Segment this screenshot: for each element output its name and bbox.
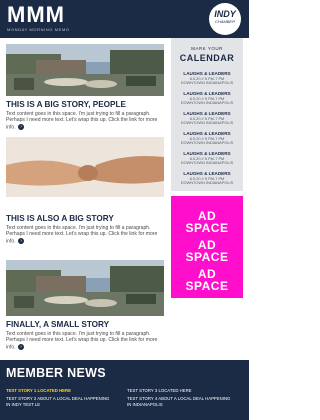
ad-text: SPACE [185,279,229,293]
story-body: Text content goes in this space. I'm jus… [6,111,164,131]
event-place: DOWNTOWN INDIANAPOLIS [180,100,234,106]
badge-line2: CHAMBER [214,19,235,24]
calendar-event[interactable]: LAUGHS & LEADERS 6.5.20 // 5 PM-7 PM DOW… [171,171,243,186]
calendar-event[interactable]: LAUGHS & LEADERS 6.5.20 // 5 PM-7 PM DOW… [171,151,243,166]
story-text: Text content goes in this space. I'm jus… [6,111,158,131]
story-text: Text content goes in this space. I'm jus… [6,225,158,245]
story-body: Text content goes in this space. I'm jus… [6,331,164,351]
arrow-circle-icon[interactable]: › [18,123,25,130]
logo[interactable]: MMM [7,3,65,27]
calendar-kicker: MARK YOUR [191,46,223,51]
event-place: DOWNTOWN INDIANAPOLIS [180,120,234,126]
badge-line1: INDY [214,9,236,19]
story-title[interactable]: THIS IS ALSO A BIG STORY [6,214,114,224]
header: MMM MONDAY MORNING MEMO INDY CHAMBER [0,0,249,38]
indy-chamber-badge[interactable]: INDY CHAMBER [209,3,241,35]
calendar-event[interactable]: LAUGHS & LEADERS 6.5.20 // 5 PM-7 PM DOW… [171,91,243,106]
ad-text: SPACE [185,221,229,235]
event-place: DOWNTOWN INDIANAPOLIS [180,140,234,146]
logo-subtitle: MONDAY MORNING MEMO [7,27,70,32]
story-image-plaza[interactable] [6,260,164,316]
story-image-plaza[interactable] [6,44,164,96]
event-place: DOWNTOWN INDIANAPOLIS [180,160,234,166]
event-place: DOWNTOWN INDIANAPOLIS [180,180,234,186]
calendar-event[interactable]: LAUGHS & LEADERS 6.5.20 // 5 PM-7 PM DOW… [171,131,243,146]
story-image-hands[interactable] [6,137,164,197]
calendar-title: CALENDAR [179,53,235,63]
calendar-event[interactable]: LAUGHS & LEADERS 6.5.20 // 5 PM-7 PM DOW… [171,111,243,126]
ad-space[interactable]: AD SPACE AD SPACE AD SPACE [171,196,243,298]
event-place: DOWNTOWN INDIANAPOLIS [180,80,234,86]
member-news-link[interactable]: IN INDIANAPOLIS [127,402,163,407]
main-content: THIS IS A BIG STORY, PEOPLE Text content… [0,38,249,360]
ad-text: SPACE [185,250,229,264]
member-news-link[interactable]: TEST STORY 3 LOCATED HERE [127,388,192,393]
calendar-panel: MARK YOUR CALENDAR LAUGHS & LEADERS 6.5.… [171,38,243,191]
member-news-link[interactable]: TEST STORY 2 ABOUT A LOCAL DEAL HAPPENIN… [6,396,109,401]
story-title[interactable]: FINALLY, A SMALL STORY [6,320,109,330]
story-title[interactable]: THIS IS A BIG STORY, PEOPLE [6,100,126,110]
story-text: Text content goes in this space. I'm jus… [6,331,158,351]
calendar-event[interactable]: LAUGHS & LEADERS 6.5.20 // 5 PM-7 PM DOW… [171,71,243,86]
story-body: Text content goes in this space. I'm jus… [6,225,164,245]
member-news-title: MEMBER NEWS [6,366,106,380]
member-news-link[interactable]: TEST STORY 4 ABOUT A LOCAL DEAL HAPPENIN… [127,396,230,401]
member-news-link[interactable]: TEST STORY 1 LOCATED HERE [6,388,71,393]
member-news: MEMBER NEWS TEST STORY 1 LOCATED HERE TE… [0,360,249,420]
arrow-circle-icon[interactable]: › [18,237,25,244]
arrow-circle-icon[interactable]: › [18,343,25,350]
member-news-link[interactable]: IN INDY TEST LE [6,402,40,407]
